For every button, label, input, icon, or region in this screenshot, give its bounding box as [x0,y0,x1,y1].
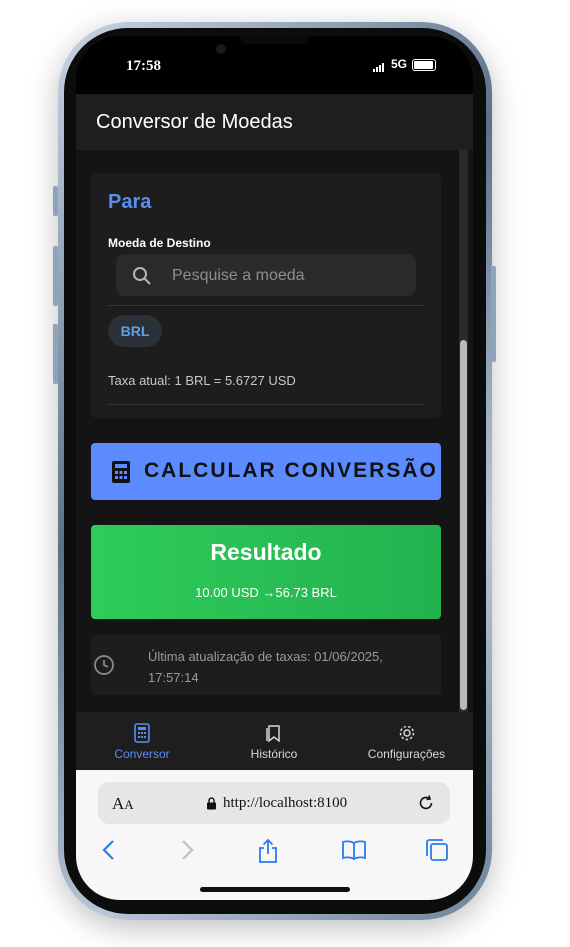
scrollbar[interactable] [459,150,468,712]
last-update-card: Última atualização de taxas: 01/06/2025,… [91,635,441,695]
last-update-text: Última atualização de taxas: 01/06/2025,… [148,649,383,685]
tab-bar: Conversor Histórico Configurações [76,712,473,770]
main-content[interactable]: Para Moeda de Destino Pesquise a moeda B… [76,150,473,712]
power-button [491,266,496,362]
page-title: Conversor de Moedas [96,111,293,133]
tab-historico-label: Histórico [250,747,298,761]
volume-down-button [53,324,58,384]
tab-configuracoes-label: Configurações [367,747,446,761]
bookmarks-icon [264,723,284,748]
browser-toolbar: AA http://localhost:8100 [76,770,473,900]
lock-icon [206,797,217,815]
scrollbar-thumb[interactable] [460,340,467,710]
action-button [53,186,58,216]
forward-icon[interactable] [179,838,195,867]
phone-screen: 17:58 5G Conversor de Moedas Para Moeda … [76,36,473,900]
tabs-icon[interactable] [425,838,449,867]
reload-icon[interactable] [416,793,436,818]
signal-icon [373,63,384,72]
clock-icon [93,654,115,681]
divider [108,404,424,405]
app-header: Conversor de Moedas [76,94,473,150]
back-icon[interactable] [101,838,117,867]
currency-search-input[interactable]: Pesquise a moeda [116,254,416,296]
gear-icon [397,723,417,748]
selected-currency-chip[interactable]: BRL [108,315,162,347]
calculate-button-label: CALCULAR CONVERSÃO [144,459,438,482]
url-text: http://localhost:8100 [223,795,348,811]
destination-currency-label: Moeda de Destino [108,236,211,250]
divider [108,305,424,306]
front-camera [216,44,226,54]
tab-configuracoes[interactable]: Configurações [340,712,473,770]
current-rate-text: Taxa atual: 1 BRL = 5.6727 USD [108,373,296,388]
tab-conversor-label: Conversor [114,747,170,761]
result-from: 10.00 USD [195,585,259,600]
result-heading: Resultado [210,539,322,565]
status-time: 17:58 [126,58,161,74]
tab-historico[interactable]: Histórico [208,712,340,770]
to-section-heading: Para [108,191,152,213]
to-currency-card: Para Moeda de Destino Pesquise a moeda B… [91,173,441,418]
arrow-icon: → [262,585,276,600]
address-bar[interactable]: AA http://localhost:8100 [98,782,450,824]
text-size-small-a: A [124,797,134,812]
home-indicator [200,887,350,892]
battery-icon [412,59,436,71]
calculator-icon [132,723,152,748]
calculate-button[interactable]: CALCULAR CONVERSÃO [91,443,441,500]
volume-up-button [53,246,58,306]
calculator-icon [111,460,131,489]
result-card: Resultado 10.00 USD →56.73 BRL [91,525,441,619]
result-to: 56.73 BRL [275,585,337,600]
status-bar: 17:58 5G [76,36,473,94]
notch [239,36,309,44]
network-label: 5G [391,57,408,71]
search-placeholder: Pesquise a moeda [172,267,305,284]
tab-conversor[interactable]: Conversor [76,712,208,770]
bookmarks-icon[interactable] [340,838,368,867]
share-icon[interactable] [257,838,279,869]
text-size-button[interactable]: AA [112,794,134,814]
result-value: 10.00 USD →56.73 BRL [91,585,441,600]
search-icon [132,266,152,291]
